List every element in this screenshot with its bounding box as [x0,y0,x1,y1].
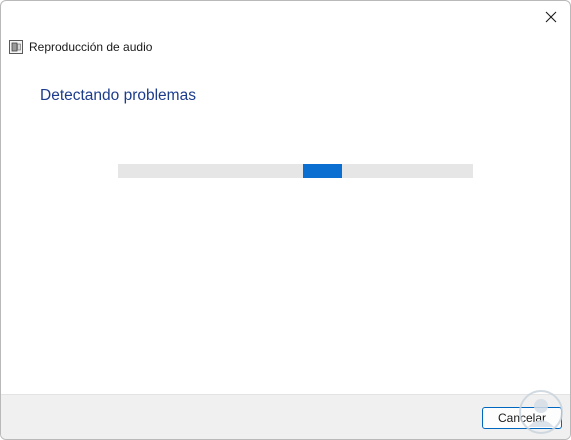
title-bar [1,1,570,33]
troubleshooter-window: Reproducción de audio Detectando problem… [0,0,571,440]
watermark-logo-icon [519,390,563,434]
page-heading: Detectando problemas [40,87,196,104]
progress-bar [118,164,473,178]
close-button[interactable] [532,1,570,33]
progress-indicator [303,164,342,178]
app-header: Reproducción de audio [8,38,152,56]
footer-bar: Cancelar [1,394,570,439]
close-icon [545,11,557,23]
audio-troubleshooter-icon [8,39,24,55]
app-title: Reproducción de audio [29,40,153,54]
